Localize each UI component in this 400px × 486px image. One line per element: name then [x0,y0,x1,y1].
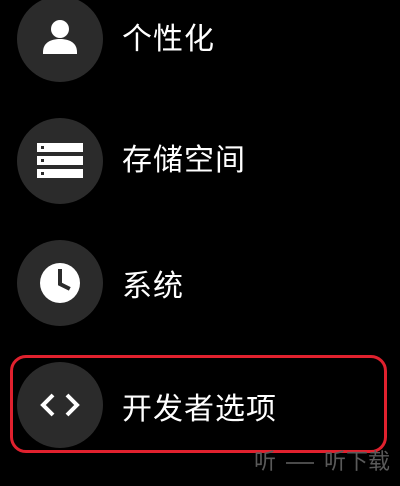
settings-item-system[interactable]: 系统 [0,227,400,337]
settings-item-developer-options[interactable]: 开发者选项 [0,350,400,460]
person-icon [43,20,77,54]
personalization-icon-circle [17,0,103,82]
watermark-glyph: 听 [253,450,276,475]
developer-options-icon-circle [17,362,103,448]
settings-item-storage[interactable]: 存储空间 [0,105,400,215]
settings-item-label: 个性化 [122,22,215,57]
storage-icon-circle [17,118,103,204]
code-brackets-icon [40,393,80,417]
settings-item-label: 开发者选项 [122,392,277,427]
clock-icon [40,263,80,303]
watermark: 听 听下载 [254,450,390,476]
settings-item-label: 存储空间 [122,143,246,178]
watermark-dash [285,462,314,464]
storage-icon [37,143,83,178]
watermark-text: 听下载 [323,450,390,475]
system-icon-circle [17,240,103,326]
settings-item-label: 系统 [122,269,184,304]
settings-item-personalization[interactable]: 个性化 [0,0,400,94]
